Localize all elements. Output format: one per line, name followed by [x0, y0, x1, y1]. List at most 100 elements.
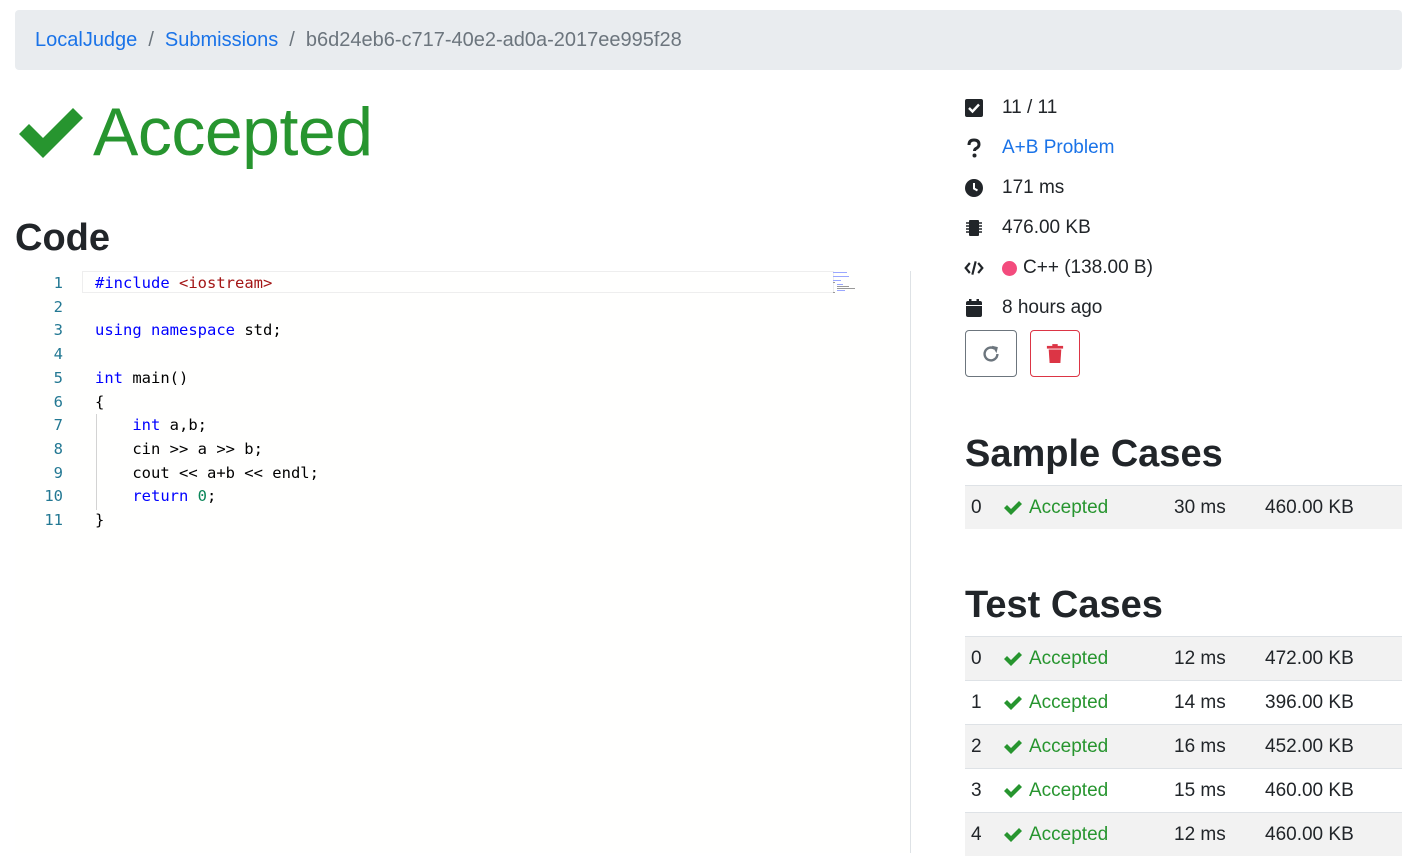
case-verdict-label: Accepted [1029, 496, 1109, 518]
memory-chip-icon [964, 218, 984, 238]
case-verdict: Accepted [1003, 780, 1108, 802]
code-line: 2 [15, 295, 912, 319]
code-token: } [95, 511, 105, 529]
case-row: 0 Accepted 12 ms 472.00 KB [965, 636, 1402, 680]
case-row: 3 Accepted 15 ms 460.00 KB [965, 768, 1402, 812]
check-icon [1004, 739, 1022, 754]
meta-memory: 476.00 KB [1002, 217, 1091, 238]
breadcrumb-submissions-link[interactable]: Submissions [165, 29, 278, 52]
case-verdict-label: Accepted [1029, 735, 1109, 757]
case-memory: 460.00 KB [1265, 779, 1354, 801]
code-line: 6{ [15, 390, 912, 414]
code-line: 8 cin >> a >> b; [15, 437, 912, 461]
check-icon [1004, 783, 1022, 798]
problem-link[interactable]: A+B Problem [1002, 137, 1114, 159]
rejudge-button[interactable] [965, 330, 1017, 377]
case-memory: 460.00 KB [1265, 496, 1354, 518]
meta-language-row: C++ (138.00 B) [964, 248, 1153, 288]
line-number: 11 [44, 511, 63, 529]
verdict-label: Accepted [93, 94, 373, 170]
line-number: 5 [53, 368, 63, 387]
code-token: int [95, 368, 123, 387]
line-source: int a,b; [95, 413, 207, 437]
case-index: 2 [971, 735, 982, 757]
sample-cases-table: 0 Accepted 30 ms 460.00 KB [965, 485, 1402, 529]
case-verdict: Accepted [1003, 824, 1108, 846]
line-number: 7 [53, 416, 63, 435]
case-verdict: Accepted [1003, 692, 1108, 714]
check-icon [1004, 651, 1022, 666]
case-index: 1 [971, 691, 982, 713]
clock-icon [964, 178, 984, 198]
line-number: 6 [53, 392, 63, 411]
calendar-icon [964, 298, 984, 318]
case-memory: 396.00 KB [1265, 691, 1354, 713]
case-index: 0 [971, 496, 982, 518]
meta-tests: 11 / 11 [1002, 97, 1058, 118]
line-number: 8 [53, 439, 63, 458]
submission-actions [965, 330, 1080, 377]
case-time: 15 ms [1174, 779, 1226, 801]
test-cases-table: 0 Accepted 12 ms 472.00 KB 1 Accepted 14 ms 396… [965, 636, 1402, 856]
code-line: 4 [15, 342, 912, 366]
code-token: std; [235, 321, 282, 340]
meta-time: 171 ms [1002, 177, 1065, 198]
case-row: 1 Accepted 14 ms 396.00 KB [965, 680, 1402, 724]
question-icon [964, 138, 984, 158]
line-source: { [95, 390, 104, 414]
line-source: using namespace std; [95, 318, 282, 342]
editor-scrollbar-track[interactable] [910, 271, 911, 853]
case-verdict-label: Accepted [1029, 779, 1109, 801]
line-source: cout << a+b << endl; [95, 461, 319, 485]
checkbox-icon [964, 98, 984, 118]
code-line: 10 return 0; [15, 484, 912, 508]
code-token: using [95, 321, 142, 340]
breadcrumb: LocalJudge / Submissions / b6d24eb6-c717… [15, 10, 1402, 70]
sample-cases-heading: Sample Cases [965, 433, 1223, 475]
verdict-banner: Accepted [15, 98, 373, 166]
check-icon [1004, 827, 1022, 842]
line-source: cin >> a >> b; [95, 437, 263, 461]
code-token: int [132, 416, 161, 435]
case-time: 12 ms [1174, 823, 1226, 845]
line-source: int main() [95, 366, 188, 390]
case-row: 4 Accepted 12 ms 460.00 KB [965, 812, 1402, 856]
case-row: 0 Accepted 30 ms 460.00 KB [965, 485, 1402, 529]
delete-button[interactable] [1030, 330, 1080, 377]
code-token: 0 [197, 487, 208, 506]
case-time: 30 ms [1174, 496, 1226, 518]
code-editor[interactable]: 1 #include <iostream> 2 3 using namespace st… [15, 271, 912, 853]
meta-submitted-row: 8 hours ago [964, 288, 1153, 328]
code-token: cin >> a >> b; [95, 439, 263, 458]
line-number: 1 [53, 274, 63, 292]
code-token: cout << a+b << endl; [95, 463, 319, 482]
trash-icon [1046, 343, 1064, 363]
code-line: 11} [15, 508, 912, 532]
code-token: ; [207, 487, 217, 506]
line-number: 10 [44, 487, 63, 506]
line-number: 3 [53, 321, 63, 340]
code-line: 5 int main() [15, 366, 912, 390]
line-source: } [95, 508, 104, 532]
code-heading: Code [15, 217, 110, 259]
line-number: 9 [53, 463, 63, 482]
case-index: 3 [971, 779, 982, 801]
test-cases-heading: Test Cases [965, 584, 1163, 626]
breadcrumb-home-link[interactable]: LocalJudge [35, 29, 137, 52]
code-token: namespace [151, 321, 236, 340]
submission-meta: 11 / 11 A+B Problem 171 ms 476.00 KB C++… [964, 88, 1153, 328]
check-icon [1004, 695, 1022, 710]
case-index: 0 [971, 647, 982, 669]
breadcrumb-separator: / [148, 28, 154, 51]
code-line: 9 cout << a+b << endl; [15, 461, 912, 485]
code-minimap[interactable] [833, 271, 857, 295]
meta-memory-row: 476.00 KB [964, 208, 1153, 248]
breadcrumb-current: b6d24eb6-c717-40e2-ad0a-2017ee995f28 [305, 28, 682, 51]
indent-guide [96, 414, 97, 510]
meta-tests-row: 11 / 11 [964, 88, 1153, 128]
case-verdict-label: Accepted [1029, 823, 1109, 845]
case-time: 14 ms [1174, 691, 1226, 713]
case-index: 4 [971, 823, 982, 845]
